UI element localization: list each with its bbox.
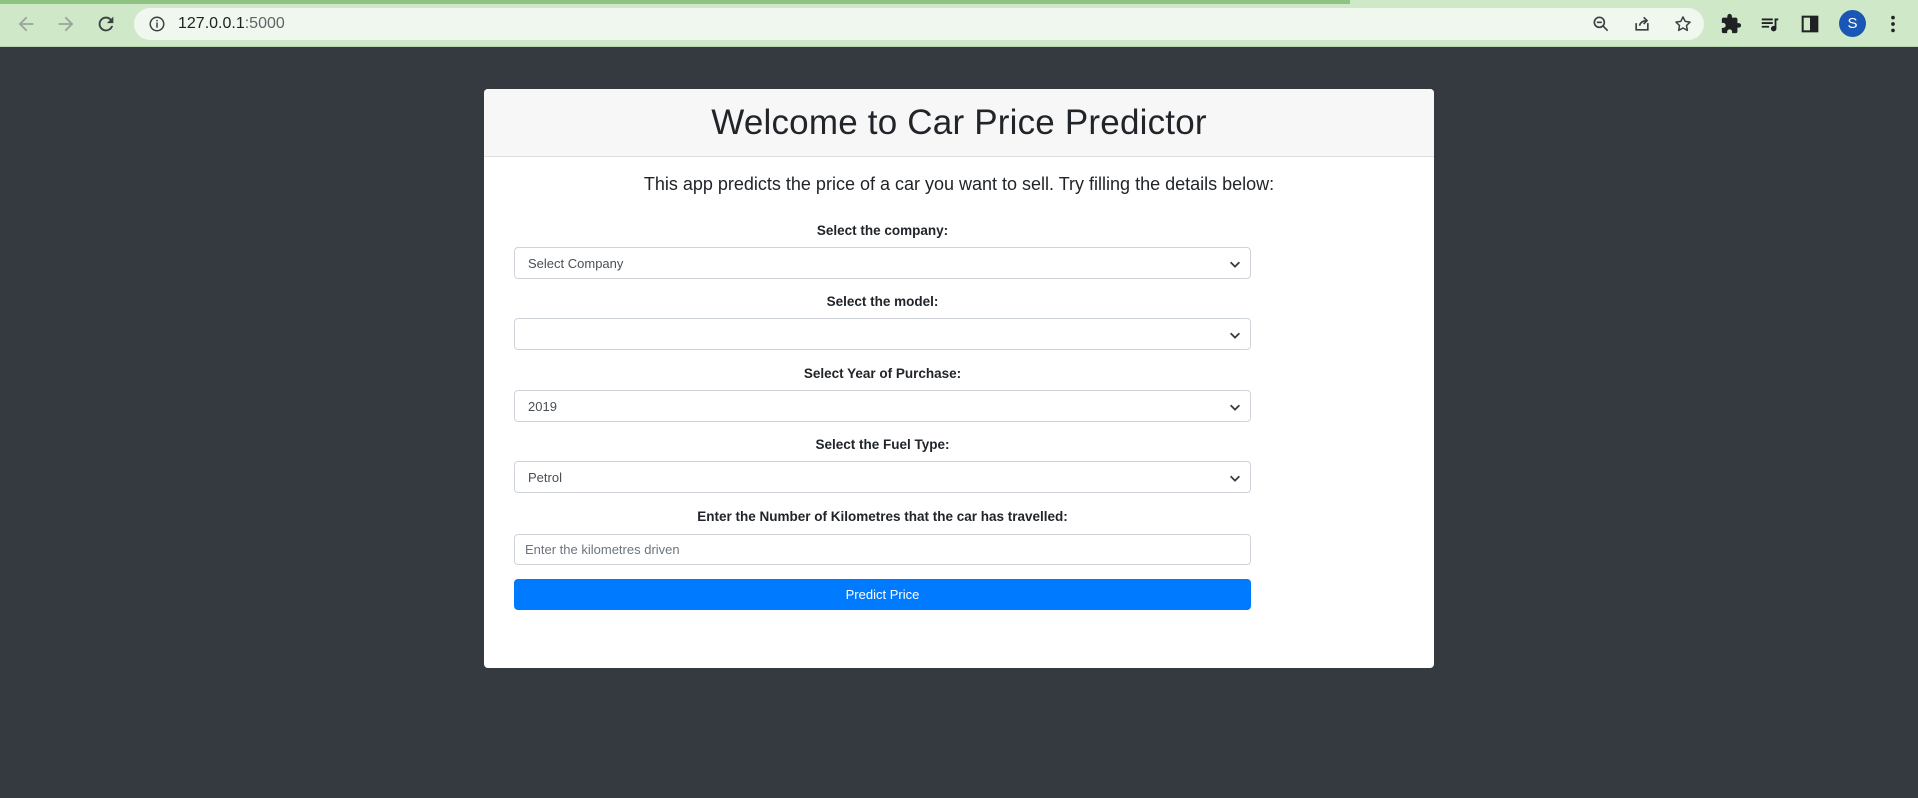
- chevron-down-icon: [1230, 261, 1240, 268]
- fuel-label: Select the Fuel Type:: [815, 437, 950, 452]
- company-select[interactable]: Select Company: [514, 247, 1251, 279]
- side-panel-icon: [1801, 15, 1819, 33]
- fuel-select-value: Petrol: [528, 470, 562, 485]
- chevron-down-icon: [1230, 475, 1240, 482]
- page-subtitle: This app predicts the price of a car you…: [643, 174, 1275, 194]
- back-button[interactable]: [10, 8, 42, 40]
- extensions-button[interactable]: [1718, 11, 1744, 37]
- card-header: Welcome to Car Price Predictor: [484, 89, 1434, 157]
- address-bar[interactable]: 127.0.0.1:5000: [134, 8, 1704, 40]
- predict-price-button[interactable]: Predict Price: [514, 579, 1251, 610]
- forward-icon: [58, 16, 74, 32]
- media-controls-icon: [1761, 18, 1779, 32]
- predictor-card: Welcome to Car Price Predictor This app …: [484, 89, 1434, 668]
- company-select-value: Select Company: [528, 256, 624, 271]
- extensions-icon: [1721, 13, 1742, 34]
- url-text[interactable]: 127.0.0.1:5000: [178, 15, 285, 33]
- zoom-icon: [1593, 16, 1609, 32]
- more-menu-icon: [1891, 15, 1895, 33]
- kms-label: Enter the Number of Kilometres that the …: [697, 509, 1068, 524]
- year-label: Select Year of Purchase:: [803, 366, 962, 381]
- profile-avatar[interactable]: S: [1839, 10, 1866, 37]
- page-title: Welcome to Car Price Predictor: [711, 102, 1207, 142]
- bookmark-button[interactable]: [1672, 13, 1694, 35]
- side-panel-button[interactable]: [1797, 11, 1823, 37]
- back-icon: [18, 16, 34, 32]
- share-button[interactable]: [1631, 13, 1653, 35]
- kms-input[interactable]: [514, 534, 1251, 565]
- company-label: Select the company:: [816, 223, 949, 238]
- url-host: 127.0.0.1: [178, 15, 245, 32]
- reload-icon: [98, 16, 114, 32]
- reload-button[interactable]: [90, 8, 122, 40]
- bookmark-star-icon: [1675, 16, 1691, 32]
- year-select[interactable]: 2019: [514, 390, 1251, 422]
- zoom-button[interactable]: [1590, 13, 1612, 35]
- fuel-select[interactable]: Petrol: [514, 461, 1251, 493]
- chevron-down-icon: [1230, 332, 1240, 339]
- year-select-value: 2019: [528, 399, 557, 414]
- page-load-progress: [0, 0, 1350, 4]
- forward-button[interactable]: [50, 8, 82, 40]
- model-select[interactable]: [514, 318, 1251, 350]
- url-port: :5000: [244, 15, 285, 32]
- chevron-down-icon: [1230, 404, 1240, 411]
- more-menu-button[interactable]: [1880, 11, 1906, 37]
- model-label: Select the model:: [826, 294, 939, 309]
- browser-toolbar: 127.0.0.1:5000 S: [0, 0, 1918, 47]
- media-controls-button[interactable]: [1757, 11, 1783, 37]
- site-info-icon[interactable]: [148, 15, 166, 33]
- share-icon: [1635, 16, 1649, 31]
